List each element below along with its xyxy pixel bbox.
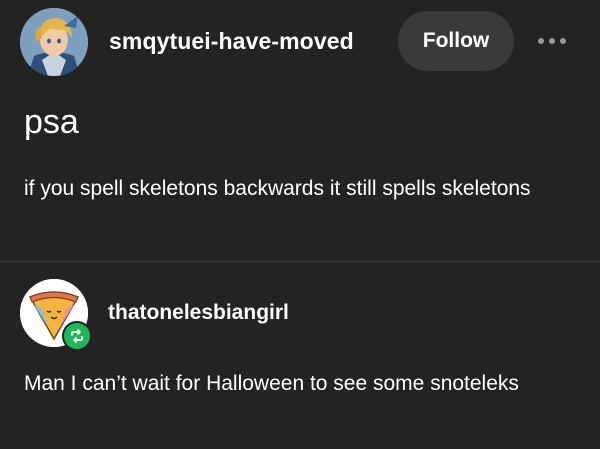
follow-button[interactable]: Follow (398, 11, 514, 71)
more-options-icon[interactable] (532, 30, 572, 52)
reblogger-username[interactable]: thatonelesbiangirl (108, 301, 289, 325)
reblog-body: Man I can’t wait for Halloween to see so… (24, 372, 519, 395)
reblog-icon (62, 321, 92, 351)
dot (538, 38, 544, 44)
post-title: psa (24, 103, 79, 141)
reblogger-avatar[interactable] (20, 279, 92, 351)
post-header: smqytuei-have-moved Follow (0, 0, 600, 90)
dot (549, 38, 555, 44)
author-username[interactable]: smqytuei-have-moved (109, 28, 354, 55)
author-avatar[interactable] (20, 8, 88, 76)
divider (0, 261, 600, 262)
character-avatar-icon (20, 8, 88, 76)
post-body: if you spell skeletons backwards it stil… (24, 177, 531, 200)
dot (560, 38, 566, 44)
